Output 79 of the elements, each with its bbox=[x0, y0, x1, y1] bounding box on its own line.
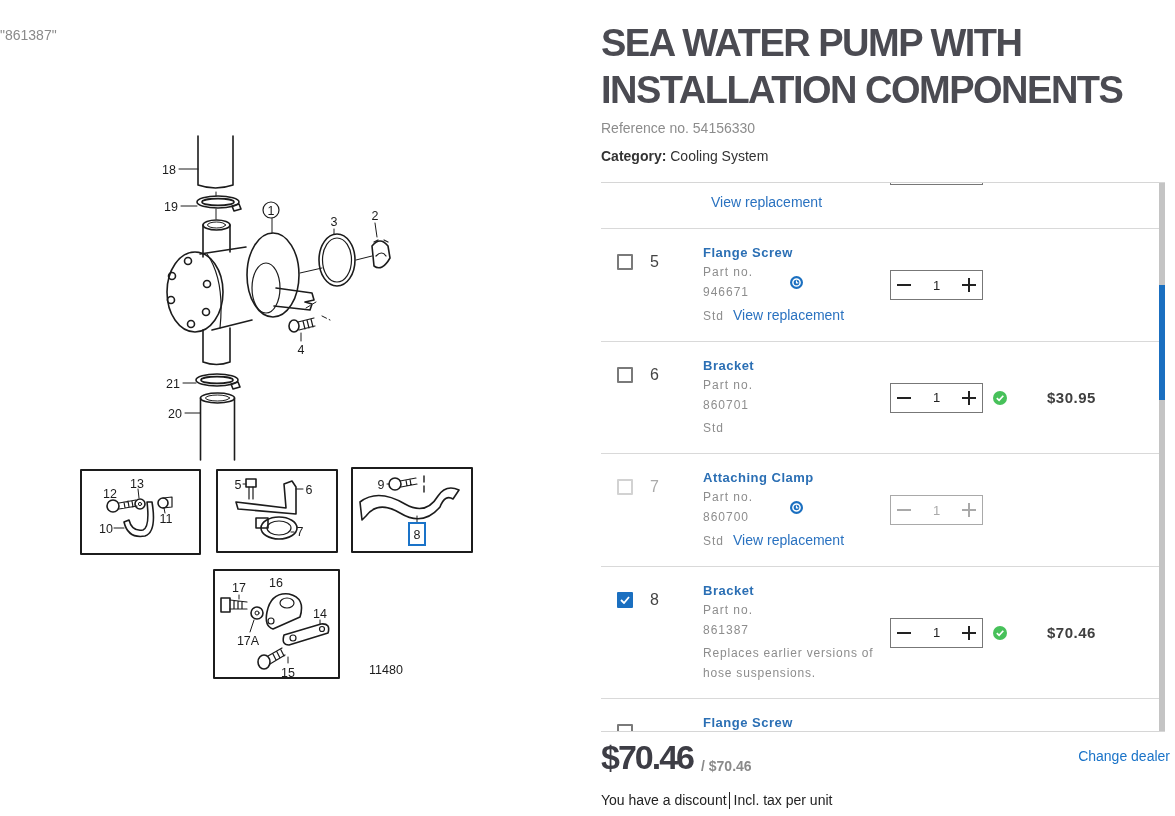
callout-label[interactable]: 19 bbox=[164, 199, 178, 214]
callout-label[interactable]: 4 bbox=[297, 342, 305, 357]
increase-button[interactable] bbox=[961, 389, 977, 406]
position-number: 8 bbox=[650, 590, 659, 610]
position-number: 6 bbox=[650, 365, 659, 385]
part-number: 946671 bbox=[703, 284, 750, 301]
part-number: 860700 bbox=[703, 509, 750, 526]
part-number-label: Part no. bbox=[703, 602, 754, 619]
unit-price: / $70.46 bbox=[701, 757, 752, 776]
checkbox[interactable] bbox=[617, 592, 633, 608]
callout-label[interactable]: 6 bbox=[305, 482, 313, 497]
grade-label: Std bbox=[703, 533, 724, 550]
part-name-link[interactable]: Flange Screw bbox=[703, 244, 793, 262]
callout-label[interactable]: 15 bbox=[281, 665, 295, 680]
figure-number: 11480 bbox=[369, 663, 403, 677]
scrollbar-thumb[interactable] bbox=[1159, 285, 1165, 400]
callout-label[interactable]: 11 bbox=[159, 511, 173, 526]
plus-icon bbox=[962, 503, 976, 517]
product-title: SEA WATER PUMP WITH INSTALLATION COMPONENTS bbox=[601, 21, 1124, 113]
discount-text: You have a discount bbox=[601, 791, 727, 810]
callout-label[interactable]: 1 bbox=[262, 201, 280, 219]
minus-icon bbox=[897, 509, 911, 511]
callout-label[interactable]: 16 bbox=[269, 575, 283, 590]
callout-label[interactable]: 10 bbox=[99, 521, 113, 536]
callout-label[interactable]: 13 bbox=[130, 476, 144, 491]
plus-icon bbox=[962, 390, 976, 405]
view-replacement-link[interactable]: View replacement bbox=[733, 305, 845, 325]
minus-icon bbox=[897, 396, 911, 399]
category-text: Category: Cooling System bbox=[601, 147, 769, 166]
position-number: 7 bbox=[650, 477, 659, 497]
callout-label[interactable]: 2 bbox=[371, 208, 379, 223]
search-term: "861387" bbox=[0, 26, 57, 45]
quantity-field[interactable]: 1 bbox=[924, 390, 949, 405]
grade-label: Std bbox=[703, 308, 724, 325]
part-name-link[interactable]: Flange Screw bbox=[703, 714, 793, 731]
callout-label[interactable]: 17A bbox=[236, 633, 260, 648]
quantity-stepper[interactable]: 1 bbox=[890, 270, 983, 300]
quantity-stepper[interactable]: 1 bbox=[890, 382, 983, 413]
scrollbar[interactable] bbox=[1159, 183, 1165, 731]
plus-icon bbox=[962, 278, 976, 292]
minus-icon bbox=[897, 631, 911, 634]
increase-button[interactable] bbox=[961, 277, 977, 293]
view-replacement-link[interactable]: View replacement bbox=[711, 192, 823, 212]
quantity-field[interactable]: 1 bbox=[924, 625, 949, 640]
minus-icon bbox=[897, 284, 911, 286]
change-dealer-link[interactable]: Change dealer bbox=[1078, 746, 1170, 766]
callout-label[interactable]: 21 bbox=[166, 376, 180, 391]
checkbox[interactable] bbox=[617, 254, 633, 270]
callout-label[interactable]: 14 bbox=[313, 606, 327, 621]
callout-label[interactable]: 7 bbox=[296, 524, 304, 539]
plus-icon bbox=[962, 625, 976, 640]
quantity-stepper[interactable]: 1 bbox=[890, 617, 983, 648]
reference-number: Reference no. 54156330 bbox=[601, 119, 756, 138]
callout-label[interactable]: 8 bbox=[408, 522, 426, 546]
increase-button[interactable] bbox=[961, 624, 977, 641]
part-name-link[interactable]: Bracket bbox=[703, 357, 755, 375]
callout-label[interactable]: 5 bbox=[234, 477, 242, 492]
part-name-link[interactable]: Bracket bbox=[703, 582, 755, 600]
price: $70.46 bbox=[1047, 624, 1096, 641]
part-number: 861387 bbox=[703, 622, 750, 639]
checkmark-icon bbox=[620, 596, 630, 604]
callout-label[interactable]: 9 bbox=[377, 477, 385, 492]
part-number-label: Part no. bbox=[703, 377, 754, 394]
grade-label: Std bbox=[703, 420, 724, 437]
tax-note: Incl. tax per unit bbox=[733, 791, 833, 810]
callout-label[interactable]: 17 bbox=[232, 580, 246, 595]
part-number: 860701 bbox=[703, 397, 750, 414]
position-number: 5 bbox=[650, 252, 659, 272]
callout-label[interactable]: 18 bbox=[162, 162, 176, 177]
callout-label[interactable]: 20 bbox=[168, 406, 182, 421]
price: $30.95 bbox=[1047, 389, 1096, 406]
part-note: Replaces earlier versions of hose suspensions. bbox=[703, 645, 875, 682]
callout-label[interactable]: 3 bbox=[330, 214, 338, 229]
part-number-label: Part no. bbox=[703, 264, 754, 281]
callout-label[interactable]: 12 bbox=[103, 486, 117, 501]
part-number-label: Part no. bbox=[703, 489, 754, 506]
total-price: $70.46 bbox=[601, 737, 693, 777]
quantity-field[interactable]: 1 bbox=[924, 277, 949, 293]
checkbox[interactable] bbox=[617, 367, 633, 383]
